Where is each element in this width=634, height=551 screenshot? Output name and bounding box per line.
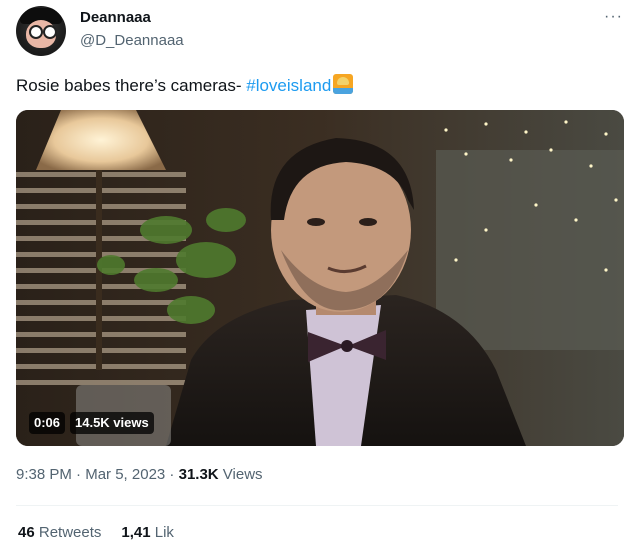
tweet-time[interactable]: 9:38 PM <box>16 466 72 483</box>
tweet-body: Rosie babes there’s cameras- <box>16 76 247 95</box>
tweet-meta: 9:38 PM · Mar 5, 2023 · 31.3K Views <box>16 466 263 483</box>
video-player[interactable] <box>16 110 624 446</box>
divider <box>16 505 618 506</box>
tweet-text: Rosie babes there’s cameras- #loveisland <box>16 74 354 97</box>
retweets-label: Retweets <box>34 524 102 541</box>
video-frame <box>16 110 624 446</box>
avatar-eye-left <box>29 25 43 39</box>
retweets-count: 46 <box>18 524 35 541</box>
views-label: Views <box>218 466 263 483</box>
video-duration-badge: 0:06 <box>29 412 66 434</box>
likes-stat[interactable]: 1,41 Lik <box>121 524 174 541</box>
more-horizontal-icon[interactable]: ··· <box>604 8 623 26</box>
author-display-name[interactable]: Deannaaa <box>80 9 151 26</box>
views-count: 31.3K <box>178 466 219 483</box>
meta-separator: · <box>71 466 86 483</box>
author-handle[interactable]: @D_Deannaaa <box>80 32 184 49</box>
hashtag-link[interactable]: #loveisland <box>246 76 331 95</box>
avatar[interactable] <box>16 6 66 56</box>
retweets-stat[interactable]: 46 Retweets <box>18 524 101 541</box>
tweet-date[interactable]: Mar 5, 2023 <box>85 466 165 483</box>
likes-label: Lik <box>150 524 174 541</box>
video-views-badge: 14.5K views <box>70 412 154 434</box>
sunset-emoji-icon <box>333 74 354 94</box>
meta-separator-2: · <box>165 466 179 483</box>
avatar-eye-right <box>43 25 57 39</box>
likes-count: 1,41 <box>121 524 151 541</box>
engagement-stats: 46 Retweets 1,41 Lik <box>18 524 174 541</box>
